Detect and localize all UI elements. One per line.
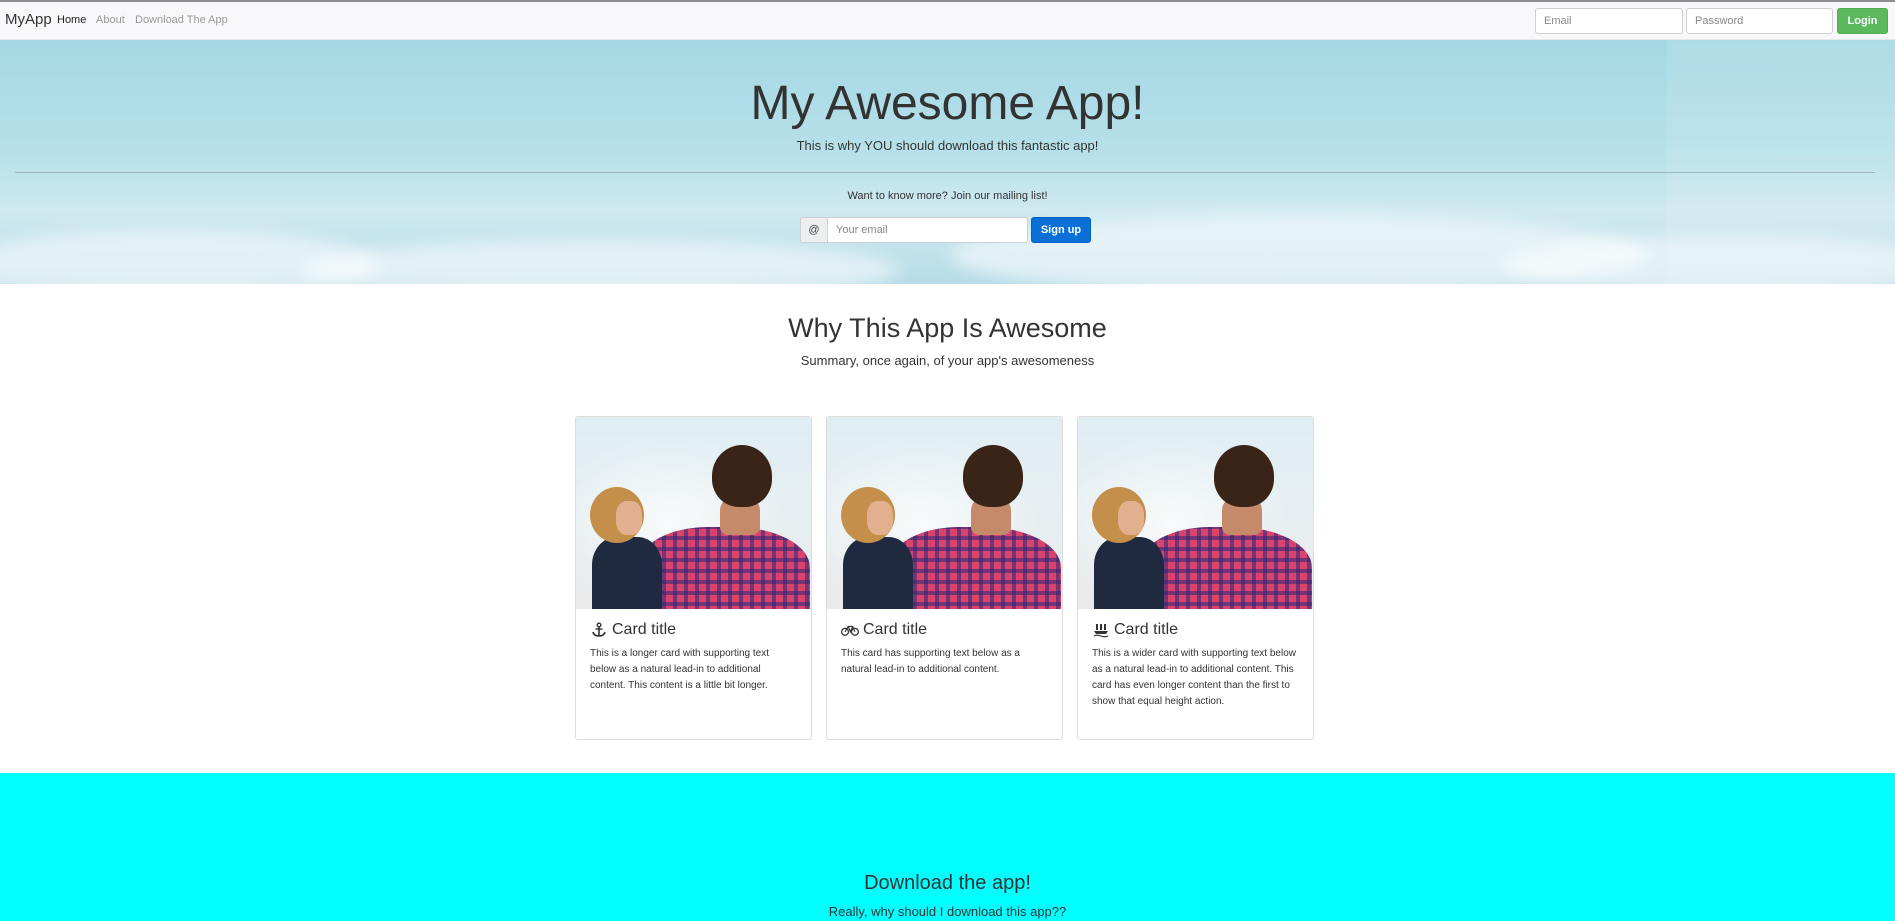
feature-card: Card title This card has supporting text… [826, 416, 1063, 740]
cloud-shape [300, 240, 900, 284]
hero-divider [15, 172, 1875, 173]
hero-subtitle: This is why YOU should download this fan… [796, 138, 1099, 153]
hero-section: My Awesome App! This is why YOU should d… [0, 40, 1895, 284]
card-title: Card title [612, 621, 677, 638]
download-section: Download the app! Really, why should I d… [0, 773, 1895, 921]
card-image [827, 417, 1062, 609]
card-title: Card title [1114, 621, 1179, 638]
download-subtitle: Really, why should I download this app?? [828, 904, 1067, 919]
card-text: This is a longer card with supporting te… [590, 648, 769, 691]
mailing-email-input[interactable] [828, 217, 1028, 243]
features-title: Why This App Is Awesome [788, 313, 1107, 343]
login-button[interactable]: Login [1837, 8, 1888, 34]
brand-link[interactable]: MyApp [5, 11, 52, 28]
feature-card: Card title This is a wider card with sup… [1077, 416, 1314, 740]
card-text: This is a wider card with supporting tex… [1092, 648, 1296, 707]
ship-icon [1093, 624, 1109, 638]
navbar: MyApp Home About Download The App Login [0, 2, 1895, 40]
nav-link-home[interactable]: Home [57, 14, 86, 26]
at-symbol-addon: @ [800, 217, 828, 243]
anchor-icon [592, 622, 606, 637]
download-title: Download the app! [864, 872, 1031, 894]
email-field[interactable] [1535, 8, 1683, 34]
password-field[interactable] [1686, 8, 1833, 34]
sign-up-button[interactable]: Sign up [1031, 217, 1091, 243]
hero-title: My Awesome App! [750, 77, 1145, 130]
card-image [576, 417, 811, 609]
card-title: Card title [863, 621, 928, 638]
feature-card: Card title This is a longer card with su… [575, 416, 812, 740]
nav-link-about[interactable]: About [96, 14, 125, 26]
nav-link-download[interactable]: Download The App [135, 14, 228, 26]
mailing-list-prompt: Want to know more? Join our mailing list… [847, 190, 1048, 202]
card-image [1078, 417, 1313, 609]
features-subtitle: Summary, once again, of your app's aweso… [800, 353, 1095, 368]
bicycle-icon [841, 625, 859, 636]
card-text: This card has supporting text below as a… [841, 648, 1020, 675]
